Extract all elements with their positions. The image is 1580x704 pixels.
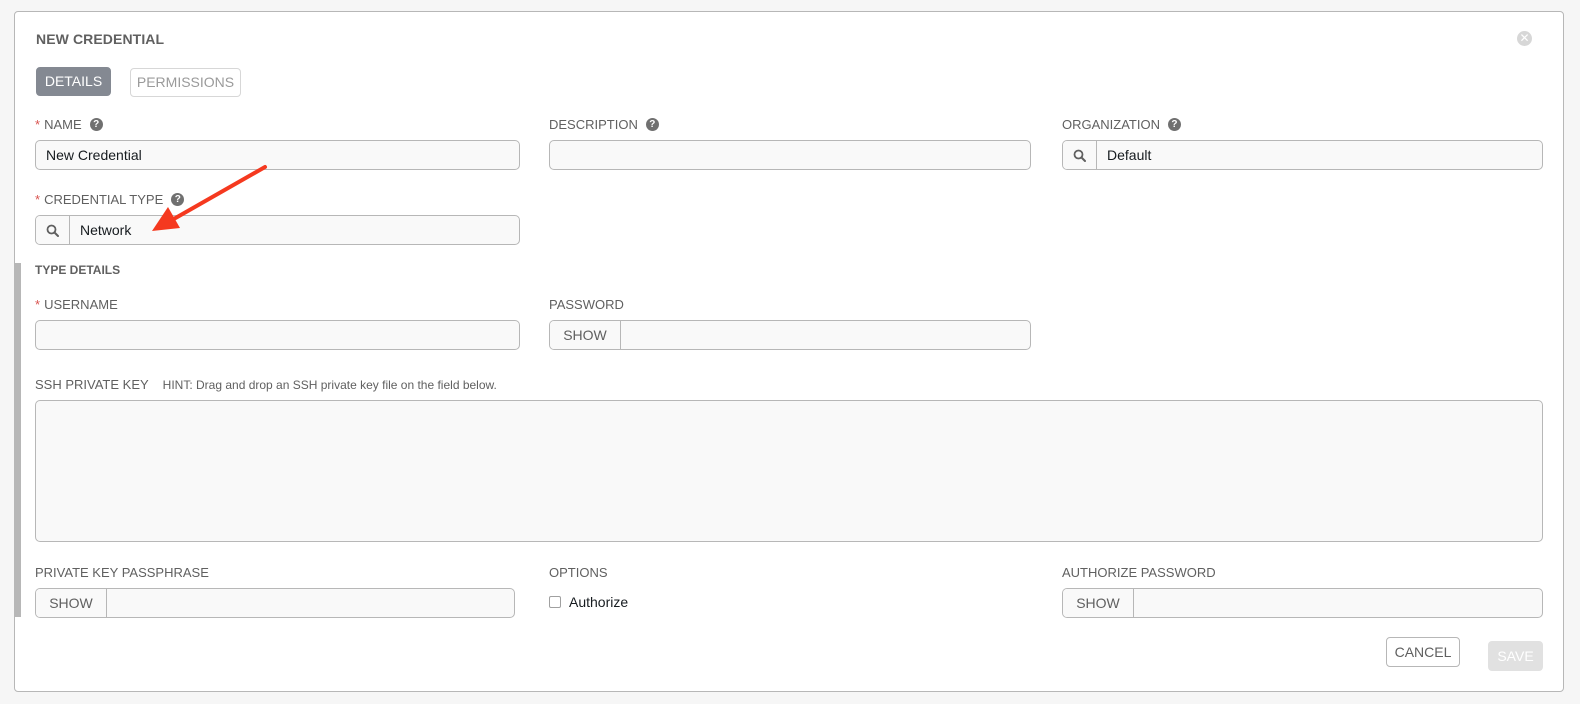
name-field[interactable]: New Credential <box>35 140 520 170</box>
close-icon[interactable]: ✕ <box>1517 31 1532 46</box>
password-field[interactable]: SHOW <box>549 320 1031 350</box>
authorize-password-field[interactable]: SHOW <box>1062 588 1543 618</box>
authorize-label[interactable]: Authorize <box>569 594 628 610</box>
organization-label: ORGANIZATION ? <box>1062 117 1181 132</box>
save-button[interactable]: SAVE <box>1488 641 1543 671</box>
password-show-button[interactable]: SHOW <box>550 321 621 349</box>
organization-lookup-button[interactable] <box>1063 141 1097 169</box>
name-input[interactable]: New Credential <box>36 141 519 169</box>
private-key-passphrase-label: PRIVATE KEY PASSPHRASE <box>35 565 209 580</box>
description-label: DESCRIPTION ? <box>549 117 659 132</box>
authorize-password-show-button[interactable]: SHOW <box>1063 589 1134 617</box>
type-details-title: TYPE DETAILS <box>35 263 121 277</box>
password-input[interactable] <box>621 321 1030 349</box>
credential-type-input[interactable]: Network <box>70 216 519 244</box>
options-label: OPTIONS <box>549 565 608 580</box>
password-label: PASSWORD <box>549 297 624 312</box>
required-asterisk: * <box>35 192 41 207</box>
organization-input[interactable]: Default <box>1097 141 1542 169</box>
credential-type-lookup-button[interactable] <box>36 216 70 244</box>
tab-details[interactable]: DETAILS <box>36 67 111 96</box>
authorize-password-label: AUTHORIZE PASSWORD <box>1062 565 1216 580</box>
tab-permissions[interactable]: PERMISSIONS <box>130 68 241 97</box>
private-key-passphrase-field[interactable]: SHOW <box>35 588 515 618</box>
search-icon <box>46 224 59 237</box>
description-input[interactable] <box>550 141 1030 169</box>
username-label: * USERNAME <box>35 297 118 312</box>
description-field[interactable] <box>549 140 1031 170</box>
ssh-private-key-textarea[interactable] <box>35 400 1543 542</box>
authorize-password-input[interactable] <box>1134 589 1542 617</box>
ssh-private-key-label: SSH PRIVATE KEY HINT: Drag and drop an S… <box>35 377 497 392</box>
cancel-button[interactable]: CANCEL <box>1386 637 1460 667</box>
question-circle-icon[interactable]: ? <box>645 118 659 131</box>
passphrase-show-button[interactable]: SHOW <box>36 589 107 617</box>
username-field[interactable] <box>35 320 520 350</box>
username-input[interactable] <box>36 321 519 349</box>
organization-field[interactable]: Default <box>1062 140 1543 170</box>
question-circle-icon[interactable]: ? <box>1167 118 1181 131</box>
passphrase-input[interactable] <box>107 589 514 617</box>
search-icon <box>1073 149 1086 162</box>
name-label: * NAME ? <box>35 117 103 132</box>
credential-type-field[interactable]: Network <box>35 215 520 245</box>
panel-title: NEW CREDENTIAL <box>36 31 165 47</box>
new-credential-panel: NEW CREDENTIAL ✕ DETAILS PERMISSIONS * N… <box>14 11 1564 692</box>
ssh-key-hint: HINT: Drag and drop an SSH private key f… <box>162 377 497 392</box>
question-circle-icon[interactable]: ? <box>171 193 185 206</box>
type-details-indicator-bar <box>15 263 21 617</box>
required-asterisk: * <box>35 297 41 312</box>
authorize-checkbox[interactable] <box>549 596 561 608</box>
authorize-option[interactable]: Authorize <box>549 594 628 610</box>
required-asterisk: * <box>35 117 41 132</box>
credential-type-label: * CREDENTIAL TYPE ? <box>35 192 185 207</box>
question-circle-icon[interactable]: ? <box>89 118 103 131</box>
